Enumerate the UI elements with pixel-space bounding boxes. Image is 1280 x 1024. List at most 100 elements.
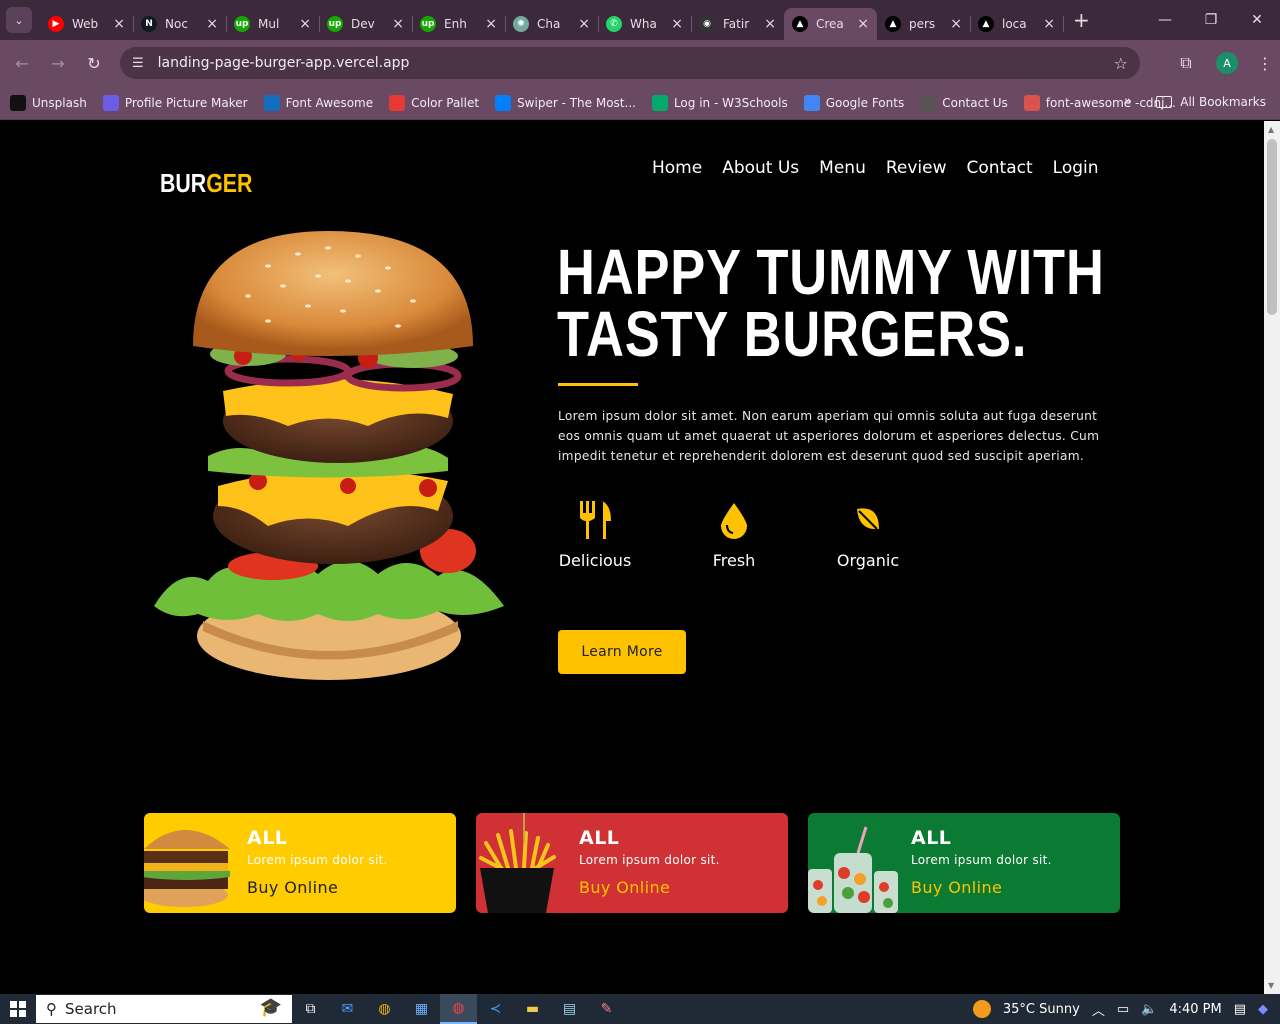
task-view-icon[interactable]: ⧉ (292, 994, 329, 1024)
tray-chevron-icon[interactable]: ︿ (1092, 1000, 1105, 1019)
close-window-button[interactable]: ✕ (1234, 0, 1280, 40)
buy-online-button[interactable]: Buy Online (911, 878, 1002, 897)
bookmark-label: Color Pallet (411, 95, 480, 110)
hero-title-line2: TASTY BURGERS. (557, 298, 1028, 370)
browser-tab[interactable]: up Mul × (226, 8, 320, 40)
volume-icon[interactable]: 🔈 (1141, 1002, 1157, 1017)
url-text[interactable]: landing-page-burger-app.vercel.app (158, 55, 410, 71)
bookmark-star-icon[interactable]: ☆ (1114, 54, 1128, 73)
browser-tab[interactable]: up Enh × (412, 8, 506, 40)
tab-search-button[interactable]: ⌄ (6, 7, 32, 33)
site-logo[interactable]: BURGER (160, 168, 252, 199)
tab-title: loca (1002, 17, 1027, 31)
bookmark-item[interactable]: Swiper - The Most... (495, 94, 636, 111)
youtube-icon: ▶ (48, 16, 64, 32)
page-scrollbar[interactable]: ▲ ▼ (1264, 121, 1280, 994)
nav-link-login[interactable]: Login (1053, 158, 1099, 178)
promo-card-drinks[interactable]: ALL Lorem ipsum dolor sit. Buy Online (808, 813, 1120, 913)
browser-tab[interactable]: ✺ Cha × (505, 8, 599, 40)
extensions-icon[interactable]: ⧉ (1168, 53, 1204, 73)
buy-online-button[interactable]: Buy Online (579, 878, 670, 897)
vscode-icon[interactable]: ≺ (477, 994, 514, 1024)
bookmark-item[interactable]: Log in - W3Schools (651, 94, 788, 111)
close-tab-icon[interactable]: × (578, 16, 590, 32)
tab-title: Dev (351, 17, 375, 31)
bookmark-item[interactable]: Font Awesome (263, 94, 373, 111)
browser-tab[interactable]: ▲ pers × (877, 8, 971, 40)
chrome-icon[interactable]: ◍ (366, 994, 403, 1024)
file-explorer-icon[interactable]: ▬ (514, 994, 551, 1024)
feature-label: Delicious (558, 551, 632, 570)
browser-tab[interactable]: ▲ loca × (970, 8, 1064, 40)
address-bar[interactable]: ☰ landing-page-burger-app.vercel.app ☆ (120, 47, 1140, 79)
browser-tab[interactable]: ▲ Crea × (784, 8, 877, 40)
new-tab-button[interactable]: + (1073, 8, 1090, 32)
buy-online-button[interactable]: Buy Online (247, 878, 338, 897)
minimize-button[interactable]: — (1142, 0, 1188, 40)
close-tab-icon[interactable]: × (392, 16, 404, 32)
bookmark-item[interactable]: Unsplash (10, 94, 87, 111)
globe-icon (920, 94, 937, 111)
feature-label: Organic (836, 551, 900, 570)
weather-text[interactable]: 35°C Sunny (1003, 1002, 1080, 1017)
bookmark-item[interactable]: Profile Picture Maker (102, 94, 248, 111)
browser-tab[interactable]: ▶ Web × (40, 8, 134, 40)
close-tab-icon[interactable]: × (1043, 16, 1055, 32)
taskbar-search[interactable]: ⚲ Search 🎓 (36, 995, 292, 1023)
bookmark-item[interactable]: Color Pallet (389, 94, 480, 111)
chrome-active-icon[interactable]: ◍ (440, 994, 477, 1024)
nav-link-review[interactable]: Review (886, 158, 947, 178)
close-tab-icon[interactable]: × (857, 16, 869, 32)
close-tab-icon[interactable]: × (950, 16, 962, 32)
site-info-icon[interactable]: ☰ (132, 56, 144, 71)
scrollbar-thumb[interactable] (1267, 139, 1277, 315)
browser-tab[interactable]: ◉ Fatir × (691, 8, 784, 40)
network-icon[interactable]: ▭ (1117, 1002, 1129, 1017)
profile-avatar[interactable]: A (1216, 52, 1238, 74)
feature-delicious: Delicious (540, 501, 650, 570)
browser-tab[interactable]: N Noc × (133, 8, 227, 40)
feature-label: Fresh (712, 551, 756, 570)
more-bookmarks-icon[interactable]: » (1124, 94, 1132, 109)
w3schools-icon (651, 94, 668, 111)
back-button[interactable]: ← (4, 45, 40, 81)
restore-button[interactable]: ❐ (1188, 0, 1234, 40)
code-icon (1023, 94, 1040, 111)
close-tab-icon[interactable]: × (764, 16, 776, 32)
drinks-image (808, 826, 898, 913)
learn-more-button[interactable]: Learn More (558, 630, 686, 674)
browser-tab[interactable]: ✆ Wha × (598, 8, 692, 40)
paint-icon[interactable]: ✎ (588, 994, 625, 1024)
start-button[interactable] (0, 994, 36, 1024)
promo-card-burger[interactable]: ALL Lorem ipsum dolor sit. Buy Online (144, 813, 456, 913)
copilot-icon[interactable]: ◆ (1258, 1002, 1268, 1017)
nav-link-contact[interactable]: Contact (967, 158, 1033, 178)
mail-icon[interactable]: ✉ (329, 994, 366, 1024)
clock[interactable]: 4:40 PM (1169, 1002, 1221, 1017)
nav-link-home[interactable]: Home (652, 158, 702, 178)
scroll-down-icon[interactable]: ▼ (1268, 981, 1274, 990)
nav-link-menu[interactable]: Menu (819, 158, 866, 178)
all-bookmarks-label: All Bookmarks (1180, 95, 1266, 109)
browser-tab[interactable]: up Dev × (319, 8, 413, 40)
bookmark-item[interactable]: Contact Us (920, 94, 1008, 111)
all-bookmarks-button[interactable]: All Bookmarks (1156, 95, 1266, 109)
browser-menu-icon[interactable]: ⋮ (1250, 54, 1280, 73)
notepad-icon[interactable]: ▤ (551, 994, 588, 1024)
close-tab-icon[interactable]: × (671, 16, 683, 32)
bookmark-item[interactable]: font-awesome -cdnj... (1023, 94, 1176, 111)
forward-button[interactable]: → (40, 45, 76, 81)
scroll-up-icon[interactable]: ▲ (1268, 125, 1274, 134)
bookmark-item[interactable]: Google Fonts (803, 94, 904, 111)
close-tab-icon[interactable]: × (485, 16, 497, 32)
close-tab-icon[interactable]: × (299, 16, 311, 32)
vercel-icon: ▲ (885, 16, 901, 32)
close-tab-icon[interactable]: × (113, 16, 125, 32)
close-tab-icon[interactable]: × (206, 16, 218, 32)
bookmark-label: Unsplash (32, 95, 87, 110)
store-icon[interactable]: ▦ (403, 994, 440, 1024)
reload-button[interactable]: ↻ (76, 45, 112, 81)
notifications-icon[interactable]: ▤ (1234, 1002, 1246, 1017)
nav-link-about-us[interactable]: About Us (722, 158, 799, 178)
promo-card-fries[interactable]: ALL Lorem ipsum dolor sit. Buy Online (476, 813, 788, 913)
